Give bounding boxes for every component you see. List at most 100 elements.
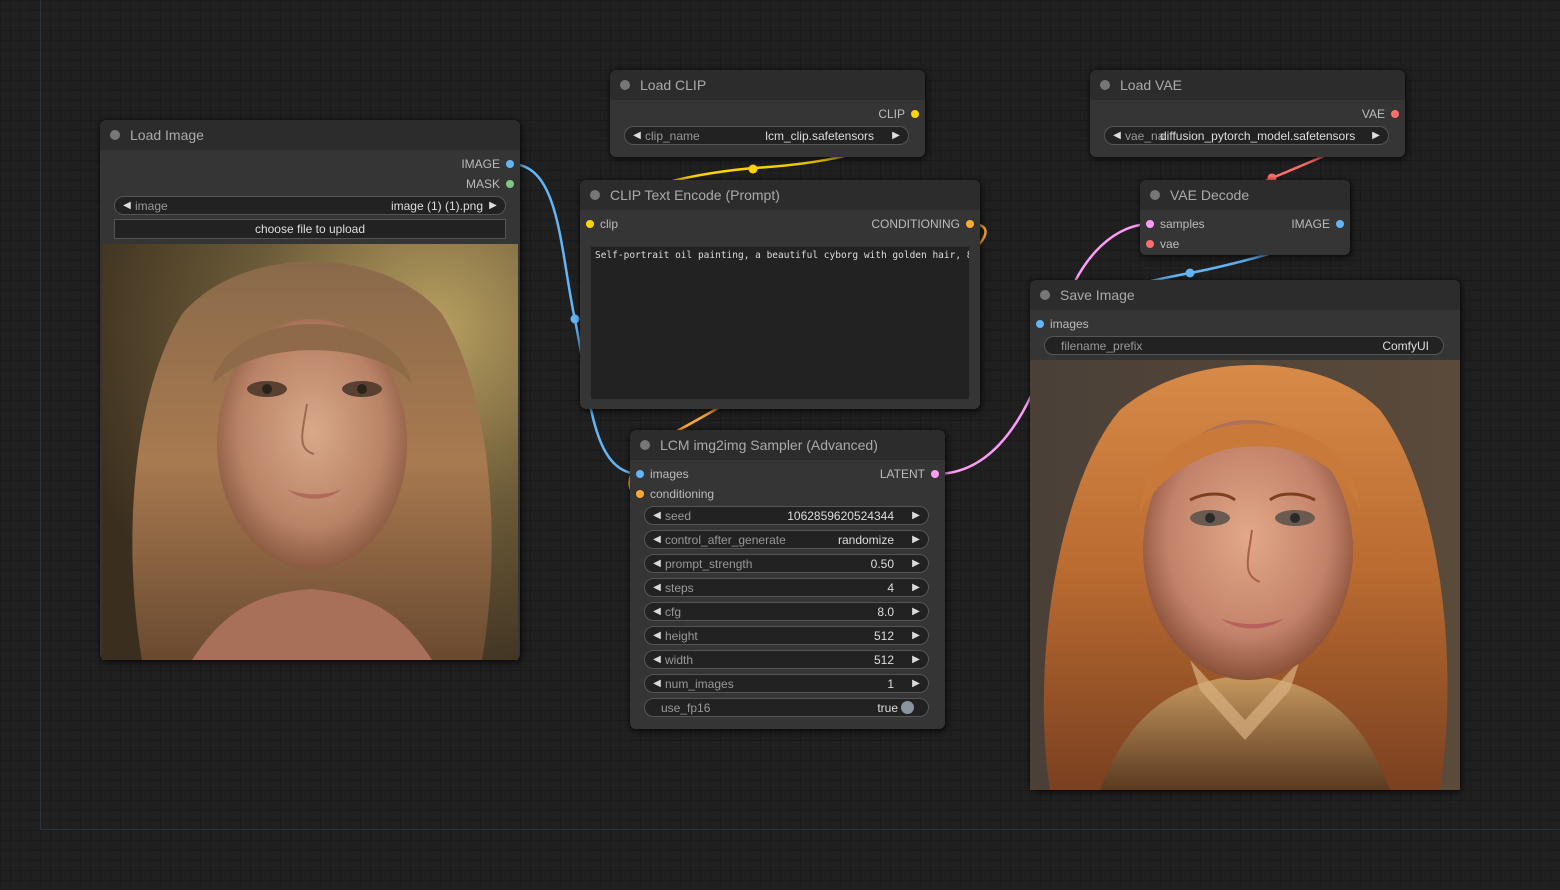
use-fp16-toggle[interactable]: use_fp16 true [644, 698, 929, 717]
arrow-left-icon[interactable]: ◀ [631, 130, 643, 141]
widget-label: clip_name [645, 128, 700, 143]
input-slot-samples[interactable]: samples [1140, 215, 1205, 233]
slot-dot-icon[interactable] [966, 220, 974, 228]
collapse-dot-icon[interactable] [640, 440, 650, 450]
prompt-textarea[interactable]: Self-portrait oil painting, a beautiful … [590, 246, 970, 400]
slot-dot-icon[interactable] [1336, 220, 1344, 228]
collapse-dot-icon[interactable] [110, 130, 120, 140]
num-images-widget[interactable]: ◀ num_images 1 ▶ [644, 674, 929, 693]
arrow-right-icon[interactable]: ▶ [910, 630, 922, 641]
node-title-bar[interactable]: Save Image [1030, 280, 1460, 310]
arrow-right-icon[interactable]: ▶ [487, 200, 499, 211]
collapse-dot-icon[interactable] [1150, 190, 1160, 200]
arrow-left-icon[interactable]: ◀ [651, 630, 663, 641]
width-widget[interactable]: ◀ width 512 ▶ [644, 650, 929, 669]
arrow-left-icon[interactable]: ◀ [651, 558, 663, 569]
vae-name-combo-widget[interactable]: ◀ vae_na diffusion_pytorch_model.safeten… [1104, 126, 1389, 145]
slot-dot-icon[interactable] [636, 490, 644, 498]
arrow-right-icon[interactable]: ▶ [910, 534, 922, 545]
widget-value: 512 [873, 652, 894, 667]
toggle-knob-icon[interactable] [901, 701, 914, 714]
slot-dot-icon[interactable] [1146, 220, 1154, 228]
input-slot-conditioning[interactable]: conditioning [630, 485, 714, 503]
arrow-right-icon[interactable]: ▶ [910, 678, 922, 689]
node-title: CLIP Text Encode (Prompt) [610, 187, 780, 203]
node-canvas[interactable]: Load Image IMAGE MASK ◀ image image (1) … [0, 0, 1560, 890]
slot-dot-icon[interactable] [1391, 110, 1399, 118]
arrow-right-icon[interactable]: ▶ [910, 606, 922, 617]
upload-button[interactable]: choose file to upload [114, 219, 506, 239]
output-slot-image[interactable]: IMAGE [1291, 215, 1350, 233]
save-image-node[interactable]: Save Image images filename_prefix ComfyU… [1030, 280, 1460, 790]
widget-value: true [877, 700, 898, 715]
slot-dot-icon[interactable] [1146, 240, 1154, 248]
node-title-bar[interactable]: VAE Decode [1140, 180, 1350, 210]
output-slot-image[interactable]: IMAGE [461, 155, 520, 173]
widget-label: vae_na [1125, 128, 1165, 143]
input-slot-clip[interactable]: clip [580, 215, 618, 233]
arrow-left-icon[interactable]: ◀ [651, 534, 663, 545]
widget-value: 1062859620524344 [787, 508, 894, 523]
node-title-bar[interactable]: CLIP Text Encode (Prompt) [580, 180, 980, 210]
prompt-strength-widget[interactable]: ◀ prompt_strength 0.50 ▶ [644, 554, 929, 573]
cfg-widget[interactable]: ◀ cfg 8.0 ▶ [644, 602, 929, 621]
filename-prefix-widget[interactable]: filename_prefix ComfyUI [1044, 336, 1444, 355]
node-title-bar[interactable]: LCM img2img Sampler (Advanced) [630, 430, 945, 460]
image-combo-widget[interactable]: ◀ image image (1) (1).png ▶ [114, 196, 506, 215]
arrow-right-icon[interactable]: ▶ [910, 510, 922, 521]
clip-name-combo-widget[interactable]: ◀ clip_name lcm_clip.safetensors ▶ [624, 126, 909, 145]
input-slot-images[interactable]: images [630, 465, 689, 483]
vae-decode-node[interactable]: VAE Decode samples vae IMAGE [1140, 180, 1350, 255]
slot-dot-icon[interactable] [506, 180, 514, 188]
node-title-bar[interactable]: Load CLIP [610, 70, 925, 100]
slot-dot-icon[interactable] [1036, 320, 1044, 328]
slot-dot-icon[interactable] [586, 220, 594, 228]
arrow-right-icon[interactable]: ▶ [910, 582, 922, 593]
arrow-left-icon[interactable]: ◀ [651, 582, 663, 593]
output-slot-conditioning[interactable]: CONDITIONING [871, 215, 980, 233]
arrow-left-icon[interactable]: ◀ [121, 200, 133, 211]
arrow-left-icon[interactable]: ◀ [651, 606, 663, 617]
arrow-left-icon[interactable]: ◀ [1111, 130, 1123, 141]
node-title: LCM img2img Sampler (Advanced) [660, 437, 878, 453]
load-vae-node[interactable]: Load VAE VAE ◀ vae_na diffusion_pytorch_… [1090, 70, 1405, 157]
arrow-right-icon[interactable]: ▶ [890, 130, 902, 141]
node-title-bar[interactable]: Load Image [100, 120, 520, 150]
slot-label: conditioning [650, 487, 715, 501]
arrow-right-icon[interactable]: ▶ [910, 654, 922, 665]
widget-value: lcm_clip.safetensors [765, 128, 874, 143]
output-slot-clip[interactable]: CLIP [878, 105, 925, 123]
output-slot-mask[interactable]: MASK [466, 175, 520, 193]
slot-label: samples [1160, 217, 1205, 231]
widget-value: ComfyUI [1382, 338, 1429, 353]
widget-label: control_after_generate [665, 532, 786, 547]
output-slot-vae[interactable]: VAE [1362, 105, 1405, 123]
steps-widget[interactable]: ◀ steps 4 ▶ [644, 578, 929, 597]
arrow-left-icon[interactable]: ◀ [651, 510, 663, 521]
slot-dot-icon[interactable] [931, 470, 939, 478]
slot-dot-icon[interactable] [506, 160, 514, 168]
load-clip-node[interactable]: Load CLIP CLIP ◀ clip_name lcm_clip.safe… [610, 70, 925, 157]
arrow-right-icon[interactable]: ▶ [910, 558, 922, 569]
control-after-generate-widget[interactable]: ◀ control_after_generate randomize ▶ [644, 530, 929, 549]
output-slot-latent[interactable]: LATENT [880, 465, 945, 483]
lcm-sampler-node[interactable]: LCM img2img Sampler (Advanced) images co… [630, 430, 945, 729]
slot-label: images [1050, 317, 1089, 331]
arrow-left-icon[interactable]: ◀ [651, 678, 663, 689]
height-widget[interactable]: ◀ height 512 ▶ [644, 626, 929, 645]
seed-widget[interactable]: ◀ seed 1062859620524344 ▶ [644, 506, 929, 525]
slot-dot-icon[interactable] [911, 110, 919, 118]
arrow-left-icon[interactable]: ◀ [651, 654, 663, 665]
collapse-dot-icon[interactable] [590, 190, 600, 200]
load-image-node[interactable]: Load Image IMAGE MASK ◀ image image (1) … [100, 120, 520, 660]
collapse-dot-icon[interactable] [620, 80, 630, 90]
input-slot-vae[interactable]: vae [1140, 235, 1179, 253]
slot-dot-icon[interactable] [636, 470, 644, 478]
node-title-bar[interactable]: Load VAE [1090, 70, 1405, 100]
collapse-dot-icon[interactable] [1040, 290, 1050, 300]
arrow-right-icon[interactable]: ▶ [1370, 130, 1382, 141]
collapse-dot-icon[interactable] [1100, 80, 1110, 90]
input-slot-images[interactable]: images [1030, 315, 1089, 333]
widget-label: height [665, 628, 698, 643]
clip-text-encode-node[interactable]: CLIP Text Encode (Prompt) clip CONDITION… [580, 180, 980, 409]
